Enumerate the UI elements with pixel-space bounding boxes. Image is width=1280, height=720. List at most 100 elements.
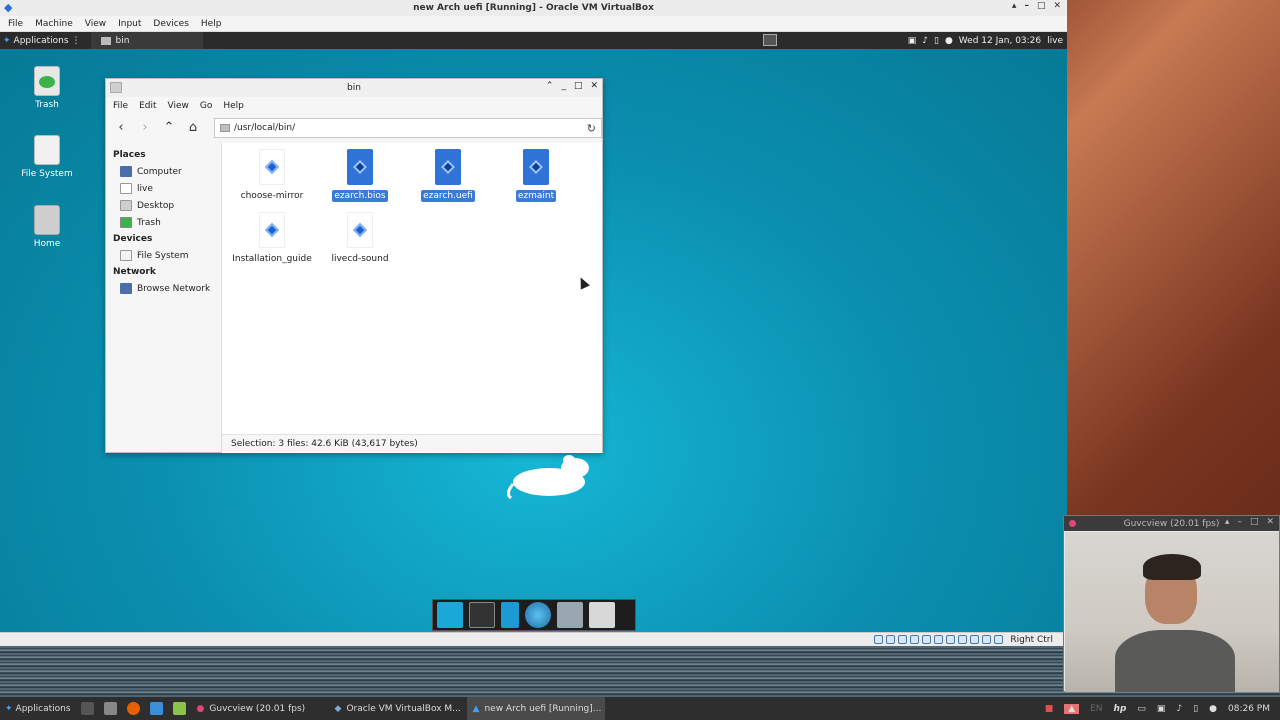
file-manager-titlebar[interactable]: bin ⌃ _ □ ✕ — [106, 79, 602, 97]
file-item-selected[interactable]: ezmaint — [492, 149, 580, 202]
host-clock[interactable]: 08:26 PM — [1228, 704, 1270, 714]
webcam-minimize-icon[interactable]: – — [1237, 517, 1242, 527]
location-path[interactable]: /usr/local/bin/ — [234, 123, 295, 133]
location-bar[interactable]: /usr/local/bin/ ↻ — [214, 117, 602, 138]
fm-menu-view[interactable]: View — [168, 101, 189, 111]
host-applications-menu[interactable]: ✦ Applications — [0, 697, 76, 720]
workspace-switcher[interactable] — [763, 34, 777, 46]
fm-maximize-icon[interactable]: □ — [574, 81, 583, 91]
webcam-keep-above-icon[interactable]: ▴ — [1225, 517, 1230, 527]
web-browser-icon[interactable] — [525, 602, 551, 628]
recording-icon[interactable] — [958, 635, 968, 644]
sidebar-item-browse-network[interactable]: Browse Network — [106, 280, 221, 297]
volume-icon[interactable]: ♪ — [922, 36, 928, 46]
optical-drive-icon[interactable] — [886, 635, 896, 644]
desktop-icon-file-system[interactable]: File System — [12, 135, 82, 179]
display-icon[interactable] — [946, 635, 956, 644]
host-applications-label: Applications — [15, 703, 71, 714]
hdd-icon[interactable] — [874, 635, 884, 644]
cpu-icon[interactable] — [970, 635, 980, 644]
sidebar-item-label: Computer — [137, 166, 182, 177]
parent-folder-icon[interactable]: ⌃ — [162, 120, 176, 135]
keyboard-icon[interactable] — [994, 635, 1004, 644]
vbox-menu-machine[interactable]: Machine — [35, 19, 73, 29]
close-icon[interactable]: ✕ — [1053, 1, 1061, 11]
email-icon[interactable] — [149, 702, 163, 715]
maximize-icon[interactable]: □ — [1037, 1, 1046, 11]
guest-task-button[interactable]: bin — [90, 32, 203, 49]
terminal-icon[interactable] — [469, 602, 495, 628]
guest-applications-menu[interactable]: ✦ Applications ⋮ — [0, 36, 81, 46]
virtualbox-titlebar[interactable]: ◆ new Arch uefi [Running] - Oracle VM Vi… — [0, 0, 1067, 16]
vbox-menu-devices[interactable]: Devices — [153, 19, 188, 29]
firefox-icon[interactable] — [126, 702, 140, 715]
keep-above-icon[interactable]: ▴ — [1012, 1, 1017, 11]
file-view[interactable]: choose-mirror ezarch.bios ezarch.uefi ez… — [222, 143, 602, 453]
fm-minimize-icon[interactable]: _ — [561, 81, 566, 91]
notification-icon[interactable]: ● — [1209, 704, 1217, 714]
notification-icon[interactable]: ● — [945, 36, 953, 46]
webcam-close-icon[interactable]: ✕ — [1266, 517, 1274, 527]
vbox-menu-help[interactable]: Help — [201, 19, 222, 29]
sidebar-item-file-system[interactable]: File System — [106, 247, 221, 264]
file-manager-icon[interactable] — [501, 602, 519, 628]
text-editor-icon[interactable] — [172, 702, 186, 715]
webcam-titlebar[interactable]: Guvcview (20.01 fps) ▴ – □ ✕ — [1064, 516, 1279, 531]
camera-icon[interactable]: ▣ — [1157, 704, 1166, 714]
vbox-menu-view[interactable]: View — [85, 19, 106, 29]
sidebar-item-trash[interactable]: Trash — [106, 214, 221, 231]
sidebar-item-label: Trash — [137, 217, 161, 228]
app-finder-icon[interactable] — [557, 602, 583, 628]
sidebar-item-live[interactable]: live — [106, 180, 221, 197]
audio-icon[interactable] — [898, 635, 908, 644]
vbox-menu-file[interactable]: File — [8, 19, 23, 29]
reload-icon[interactable]: ↻ — [587, 122, 596, 135]
shared-folders-icon[interactable] — [934, 635, 944, 644]
mouse-integration-icon[interactable] — [982, 635, 992, 644]
file-manager-launcher-icon[interactable] — [103, 702, 117, 715]
fm-shade-icon[interactable]: ⌃ — [546, 81, 554, 91]
fm-close-icon[interactable]: ✕ — [590, 81, 598, 91]
show-desktop-icon[interactable] — [437, 602, 463, 628]
volume-icon[interactable]: ♪ — [1176, 704, 1182, 714]
record-icon[interactable]: ■ — [1045, 704, 1054, 714]
host-task-virtualbox-manager[interactable]: ◆ Oracle VM VirtualBox M... — [329, 697, 467, 720]
fm-menu-help[interactable]: Help — [223, 101, 244, 111]
keyboard-layout[interactable]: EN — [1090, 704, 1102, 714]
arch-tray-icon[interactable]: ▲ — [1064, 703, 1080, 714]
folder-icon[interactable] — [589, 602, 615, 628]
file-item[interactable]: Installation_guide — [228, 212, 316, 265]
sidebar-item-desktop[interactable]: Desktop — [106, 197, 221, 214]
forward-icon[interactable]: › — [138, 120, 152, 135]
webcam-maximize-icon[interactable]: □ — [1250, 517, 1259, 527]
host-task-arch-vm[interactable]: ▲ new Arch uefi [Running]... — [466, 697, 605, 720]
file-item-selected[interactable]: ezarch.bios — [316, 149, 404, 202]
guest-clock[interactable]: Wed 12 Jan, 03:26 — [959, 36, 1041, 46]
back-icon[interactable]: ‹ — [114, 120, 128, 135]
desktop-icon-trash[interactable]: Trash — [12, 66, 82, 110]
host-task-guvcview[interactable]: ● Guvcview (20.01 fps) — [191, 697, 329, 720]
desktop-icon-home[interactable]: Home — [12, 205, 82, 249]
network-icon[interactable]: ▣ — [908, 36, 917, 46]
file-item[interactable]: livecd-sound — [316, 212, 404, 265]
fm-menu-file[interactable]: File — [113, 101, 128, 111]
fm-menu-edit[interactable]: Edit — [139, 101, 156, 111]
file-item-selected[interactable]: ezarch.uefi — [404, 149, 492, 202]
battery-icon[interactable]: ▯ — [1193, 704, 1198, 714]
guest-screen[interactable]: ✦ Applications ⋮ bin ▣ ♪ ▯ ● Wed 12 Jan,… — [0, 32, 1067, 632]
usb-icon[interactable] — [922, 635, 932, 644]
xfce-logo-icon: ✦ — [3, 35, 11, 46]
guest-user[interactable]: live — [1047, 36, 1063, 46]
host-taskbar: ✦ Applications ● Guvcview (20.01 fps) ◆ … — [0, 697, 1280, 720]
network-adapter-icon[interactable] — [910, 635, 920, 644]
fm-menu-go[interactable]: Go — [200, 101, 212, 111]
file-item[interactable]: choose-mirror — [228, 149, 316, 202]
hp-icon[interactable]: hp — [1114, 704, 1127, 714]
vbox-menu-input[interactable]: Input — [118, 19, 141, 29]
show-desktop-icon[interactable] — [80, 702, 94, 715]
display-icon[interactable]: ▭ — [1137, 704, 1146, 714]
minimize-icon[interactable]: – — [1024, 1, 1029, 11]
battery-icon[interactable]: ▯ — [934, 36, 939, 46]
home-icon[interactable]: ⌂ — [186, 120, 200, 135]
sidebar-item-computer[interactable]: Computer — [106, 163, 221, 180]
